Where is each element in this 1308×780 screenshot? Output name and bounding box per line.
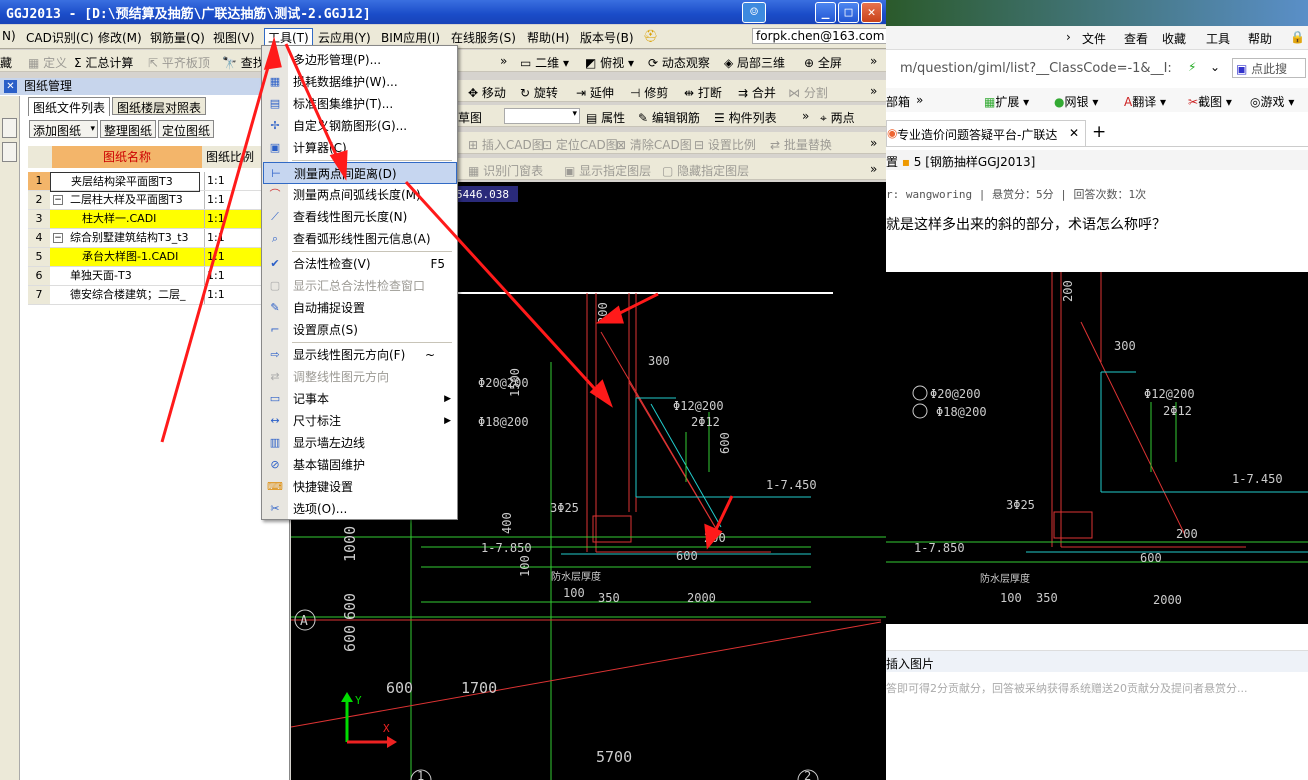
- annotation-arrows: [160, 36, 734, 550]
- annotation-overlay: [160, 36, 734, 550]
- arrow-head: [263, 36, 282, 70]
- red-arrow: [160, 45, 276, 443]
- arrow-head: [589, 379, 613, 408]
- arrow-head: [329, 149, 348, 181]
- red-arrow: [404, 180, 607, 402]
- red-arrow: [284, 43, 344, 169]
- arrow-head: [595, 305, 624, 324]
